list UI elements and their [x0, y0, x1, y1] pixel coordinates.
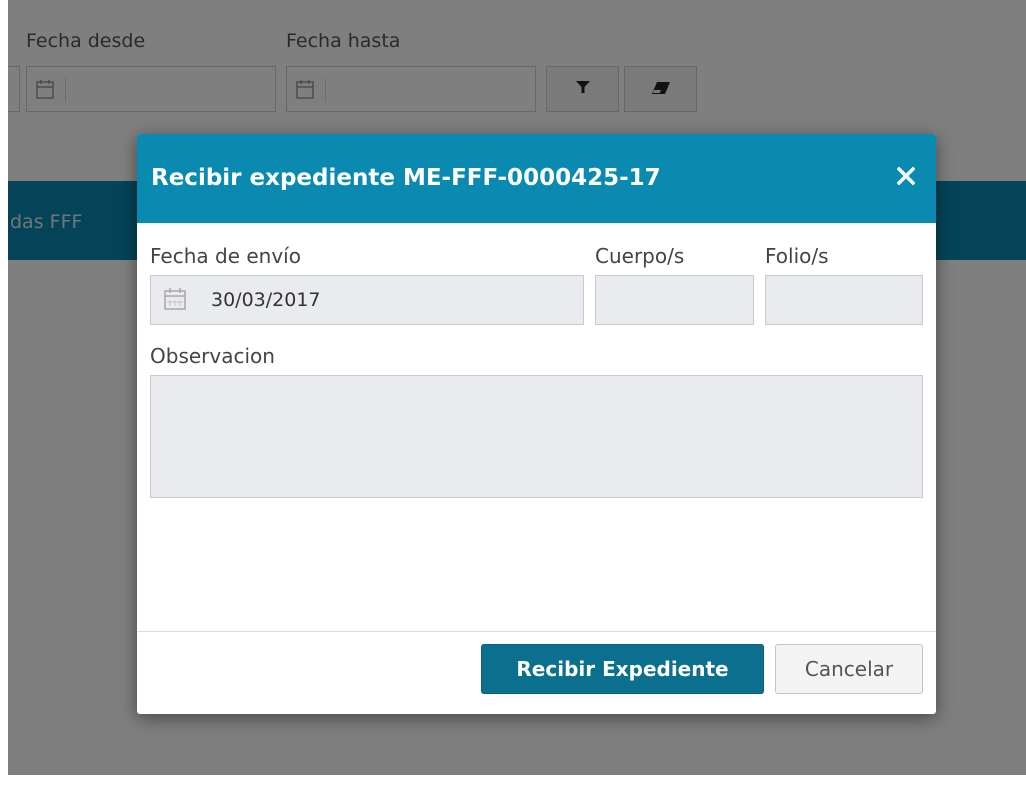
close-icon: [896, 166, 916, 189]
observation-label: Observacion: [150, 344, 275, 368]
folios-field[interactable]: [765, 275, 923, 325]
bodies-field[interactable]: [595, 275, 754, 325]
folios-label: Folio/s: [765, 244, 829, 268]
cancel-button[interactable]: Cancelar: [775, 644, 923, 694]
receive-file-button[interactable]: Recibir Expediente: [481, 644, 764, 694]
bodies-label: Cuerpo/s: [595, 244, 685, 268]
close-button[interactable]: [890, 162, 922, 194]
page: Fecha desde Fecha hasta: [0, 0, 1026, 797]
send-date-label: Fecha de envío: [150, 244, 301, 268]
calendar-icon: [163, 287, 187, 311]
receive-file-dialog: Recibir expediente ME-FFF-0000425-17 Fec…: [137, 134, 936, 714]
send-date-field[interactable]: 30/03/2017: [150, 275, 584, 325]
dialog-header: Recibir expediente ME-FFF-0000425-17: [137, 134, 936, 223]
send-date-value: 30/03/2017: [211, 289, 321, 311]
dialog-footer-divider: [137, 631, 936, 632]
observation-textarea[interactable]: [150, 375, 923, 498]
dialog-title: Recibir expediente ME-FFF-0000425-17: [151, 165, 661, 191]
